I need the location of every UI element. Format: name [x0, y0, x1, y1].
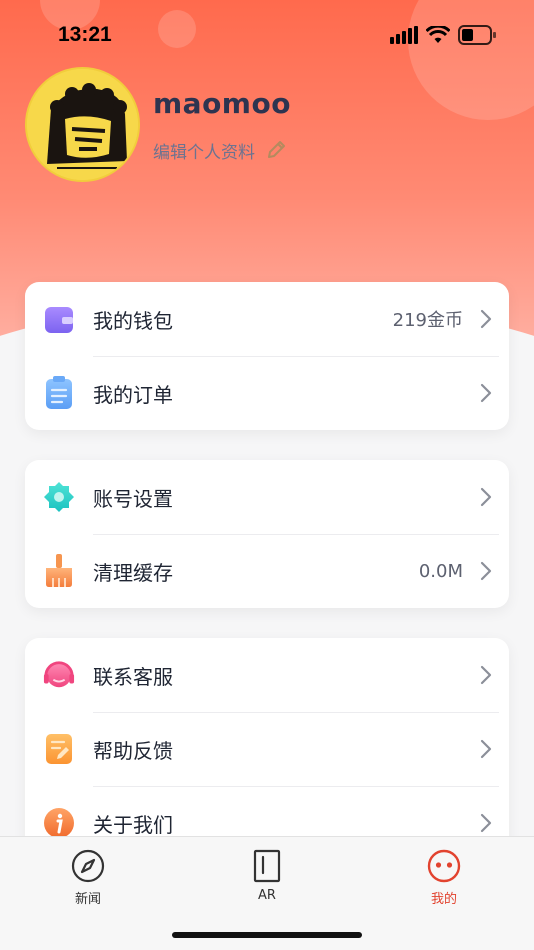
tab-ar[interactable]: AR — [222, 849, 312, 903]
wallet-orders-card: 我的钱包 219金币 我的订单 — [25, 282, 509, 430]
chevron-right-icon — [480, 813, 492, 833]
menu-item-contact-support[interactable]: 联系客服 — [25, 638, 509, 712]
chevron-right-icon — [480, 487, 492, 507]
menu-item-orders[interactable]: 我的订单 — [25, 356, 509, 430]
support-card: 联系客服 帮助反馈 关于我们 — [25, 638, 509, 860]
order-icon — [46, 376, 72, 409]
home-indicator[interactable] — [172, 932, 362, 938]
menu-item-label: 联系客服 — [93, 664, 173, 689]
edit-profile-label: 编辑个人资料 — [153, 142, 255, 163]
chevron-right-icon — [480, 309, 492, 329]
chevron-right-icon — [480, 383, 492, 403]
menu-item-label: 我的订单 — [93, 382, 173, 407]
menu-item-clear-cache[interactable]: 清理缓存 0.0M — [25, 534, 509, 608]
menu-item-account-settings[interactable]: 账号设置 — [25, 460, 509, 534]
compass-icon — [71, 849, 105, 883]
info-icon — [44, 808, 74, 838]
cellular-signal-icon — [390, 26, 418, 44]
tab-label: AR — [258, 888, 276, 903]
headset-icon — [43, 661, 75, 688]
pencil-icon — [268, 141, 285, 158]
cache-size: 0.0M — [418, 560, 463, 582]
chevron-right-icon — [480, 739, 492, 759]
battery-icon — [458, 25, 496, 45]
menu-item-label: 帮助反馈 — [93, 738, 173, 763]
menu-item-label: 我的钱包 — [93, 308, 173, 333]
avatar[interactable] — [25, 67, 140, 182]
status-time: 13:21 — [58, 23, 112, 46]
gear-icon — [44, 482, 74, 512]
chevron-right-icon — [480, 665, 492, 685]
status-bar: 13:21 — [0, 0, 534, 70]
menu-item-wallet[interactable]: 我的钱包 219金币 — [25, 282, 509, 356]
coin-balance: 219金币 — [392, 310, 463, 331]
menu-item-label: 清理缓存 — [93, 560, 173, 585]
door-icon — [253, 849, 281, 883]
settings-card: 账号设置 清理缓存 0.0M — [25, 460, 509, 608]
tab-news[interactable]: 新闻 — [43, 849, 133, 907]
profile-header: maomoo 编辑个人资料 — [25, 67, 291, 182]
menu-item-label: 账号设置 — [93, 486, 173, 511]
tab-label: 新闻 — [74, 892, 101, 907]
tab-label: 我的 — [430, 892, 457, 907]
chevron-right-icon — [480, 561, 492, 581]
wallet-icon — [45, 307, 73, 333]
broom-icon — [46, 554, 72, 587]
menu-item-help-feedback[interactable]: 帮助反馈 — [25, 712, 509, 786]
wifi-icon — [426, 26, 450, 43]
smiley-icon — [427, 849, 461, 883]
username: maomoo — [153, 86, 291, 120]
menu-item-label: 关于我们 — [93, 812, 173, 837]
edit-profile-link[interactable]: 编辑个人资料 — [153, 138, 291, 163]
feedback-icon — [46, 734, 72, 764]
tab-mine[interactable]: 我的 — [399, 849, 489, 907]
avatar-image — [27, 69, 138, 180]
